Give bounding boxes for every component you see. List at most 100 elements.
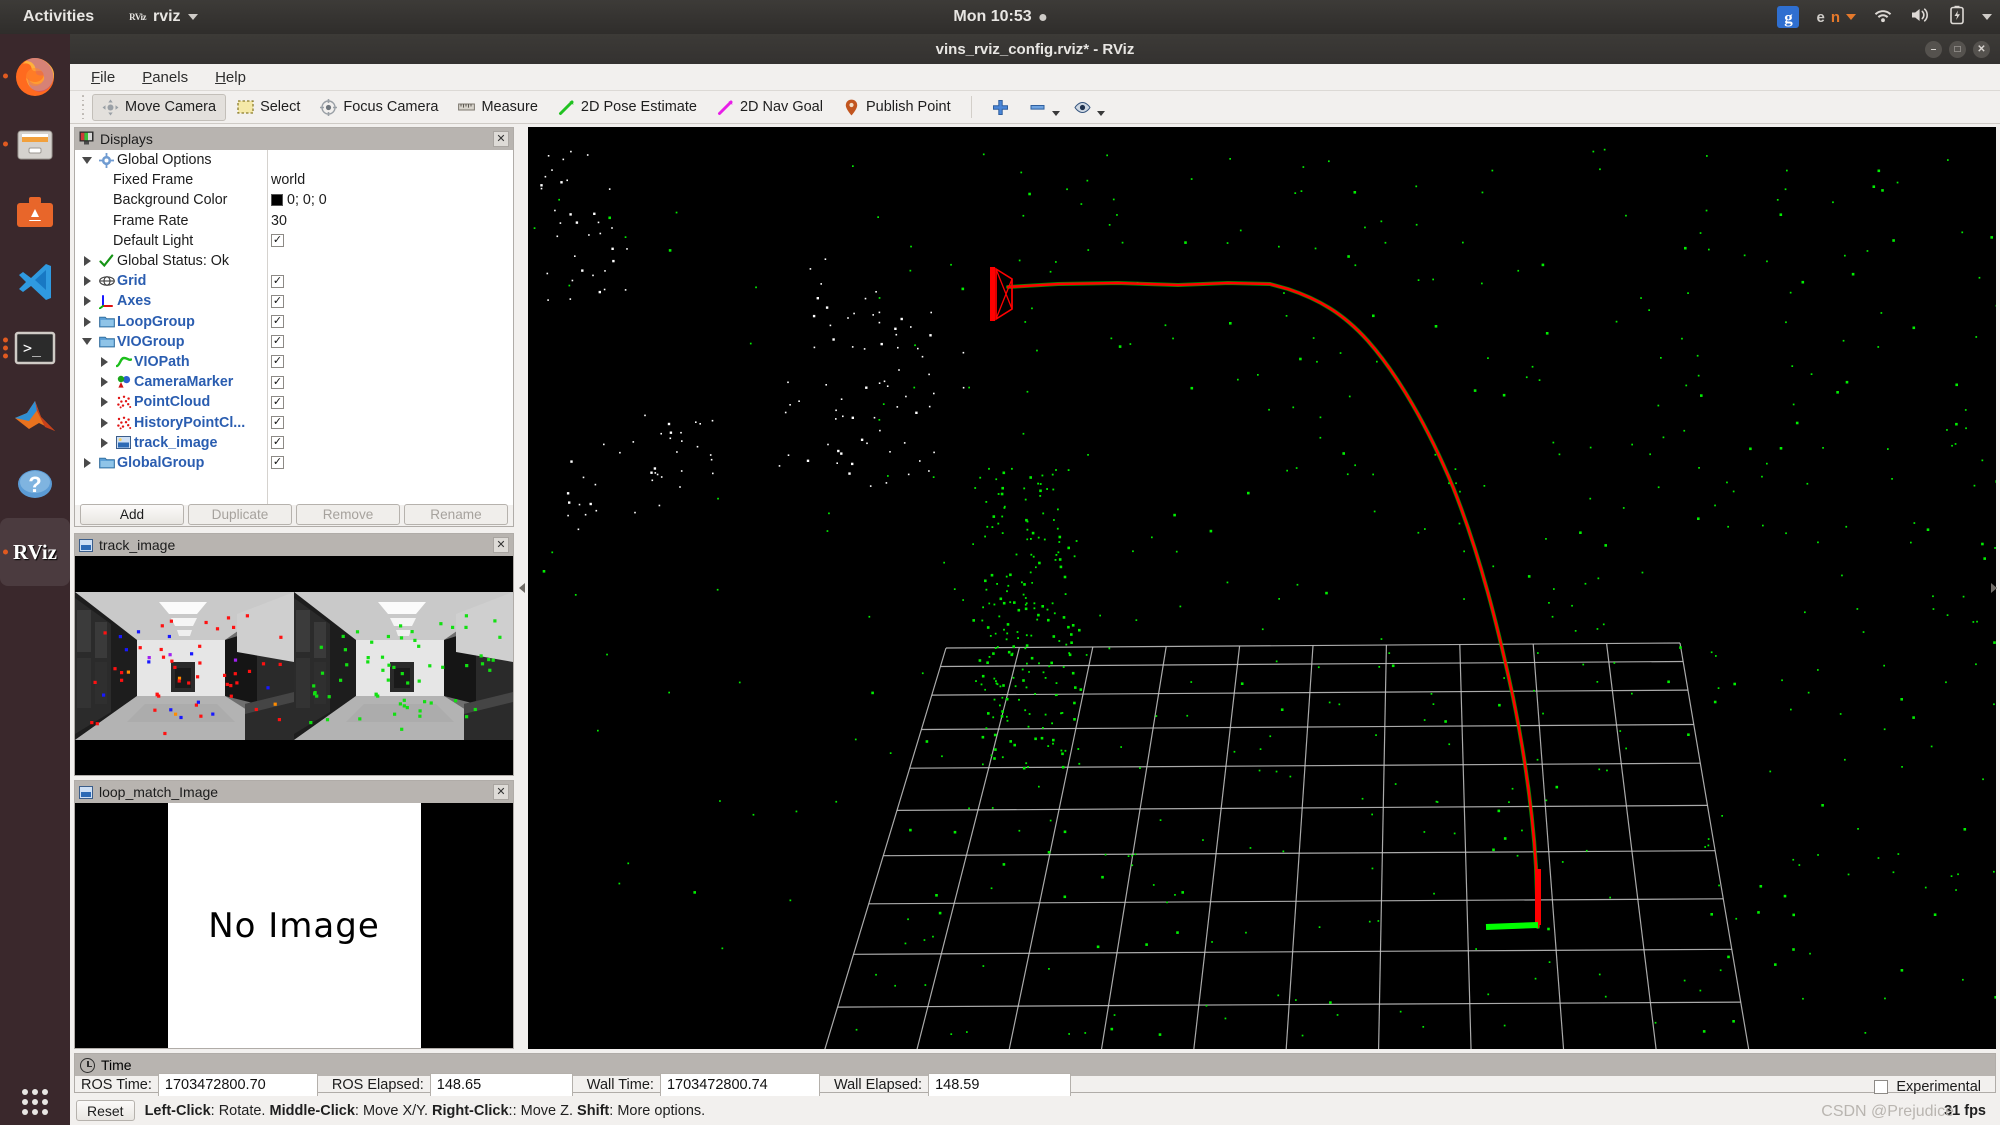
display-item-checkbox[interactable]: ✓ — [271, 234, 284, 248]
dock-item-rviz[interactable]: RViz — [0, 518, 70, 586]
display-tree-row[interactable]: VIOPath ✓ — [75, 352, 513, 372]
tool-select[interactable]: Select — [228, 95, 309, 120]
add-tool-button[interactable] — [983, 95, 1018, 120]
chevron-down-icon[interactable] — [78, 338, 96, 346]
display-tree-row[interactable]: Fixed Frame world — [75, 170, 513, 190]
display-item-checkbox[interactable]: ✓ — [271, 395, 284, 409]
right-splitter-handle[interactable] — [1990, 127, 1998, 1049]
display-item-value[interactable]: ✓ — [271, 312, 284, 332]
display-item-value[interactable]: ✓ — [271, 372, 284, 392]
display-tree-row[interactable]: Grid ✓ — [75, 271, 513, 291]
display-tree-row[interactable]: Frame Rate 30 — [75, 211, 513, 231]
clock-button[interactable]: Mon 10:53 — [953, 8, 1047, 26]
display-item-value[interactable]: ✓ — [271, 433, 284, 453]
chevron-down-icon[interactable] — [1051, 110, 1060, 116]
dock-item-vscode[interactable] — [0, 246, 70, 314]
chevron-right-icon[interactable] — [95, 437, 113, 448]
display-item-checkbox[interactable]: ✓ — [271, 436, 284, 450]
display-item-checkbox[interactable]: ✓ — [271, 294, 284, 308]
dock-item-terminal[interactable]: >_ — [0, 314, 70, 382]
ros-elapsed-input[interactable]: 148.65 — [429, 1072, 573, 1097]
chevron-right-icon[interactable] — [1991, 583, 1997, 593]
tool-move-camera[interactable]: Move Camera — [92, 93, 227, 121]
display-item-checkbox[interactable]: ✓ — [271, 274, 284, 288]
display-tree-row[interactable]: track_image ✓ — [75, 433, 513, 453]
display-tree-row[interactable]: Global Status: Ok — [75, 251, 513, 271]
remove-button[interactable]: Remove — [296, 503, 400, 525]
experimental-checkbox[interactable] — [1874, 1080, 1889, 1094]
display-tree-row[interactable]: VIOGroup ✓ — [75, 332, 513, 352]
duplicate-button[interactable]: Duplicate — [188, 503, 292, 525]
dock-item-software[interactable] — [0, 178, 70, 246]
display-item-value[interactable]: world — [271, 170, 305, 190]
display-item-value[interactable]: ✓ — [271, 332, 284, 352]
chevron-right-icon[interactable] — [78, 256, 96, 267]
menu-help[interactable]: Help — [203, 66, 258, 89]
3d-render-view[interactable] — [528, 127, 1996, 1049]
tool-publish-point[interactable]: Publish Point — [834, 95, 960, 120]
tool-measure[interactable]: Measure — [449, 95, 546, 120]
display-tree-row[interactable]: Axes ✓ — [75, 291, 513, 311]
reset-button[interactable]: Reset — [76, 1100, 135, 1121]
wifi-icon[interactable] — [1873, 6, 1893, 29]
display-item-value[interactable]: ✓ — [271, 231, 284, 251]
display-item-checkbox[interactable]: ✓ — [271, 355, 284, 369]
display-item-value[interactable]: ✓ — [271, 392, 284, 412]
wall-elapsed-input[interactable]: 148.59 — [928, 1072, 1072, 1097]
display-item-value[interactable]: ✓ — [271, 271, 284, 291]
loop-match-image-view[interactable]: No Image — [75, 803, 513, 1048]
display-item-value[interactable]: ✓ — [271, 352, 284, 372]
display-item-value[interactable]: 0; 0; 0 — [271, 190, 327, 210]
tool-2d-pose-estimate[interactable]: 2D Pose Estimate — [549, 95, 706, 120]
chevron-down-icon[interactable] — [1096, 110, 1105, 116]
wall-time-input[interactable]: 1703472800.74 — [659, 1072, 820, 1097]
chevron-right-icon[interactable] — [78, 316, 96, 327]
chevron-right-icon[interactable] — [95, 417, 113, 428]
chevron-right-icon[interactable] — [95, 397, 113, 408]
rename-button[interactable]: Rename — [404, 503, 508, 525]
chevron-right-icon[interactable] — [95, 356, 113, 367]
maximize-button[interactable]: □ — [1949, 40, 1966, 58]
display-tree-row[interactable]: GlobalGroup ✓ — [75, 453, 513, 473]
close-button[interactable]: ✕ — [1973, 40, 1990, 58]
display-item-checkbox[interactable]: ✓ — [271, 315, 284, 329]
chevron-right-icon[interactable] — [78, 276, 96, 287]
dock-item-help[interactable]: ? — [0, 450, 70, 518]
minimize-button[interactable]: – — [1925, 40, 1942, 58]
remove-tool-button[interactable] — [1020, 95, 1063, 120]
display-tree-row[interactable]: Background Color 0; 0; 0 — [75, 190, 513, 210]
experimental-toggle[interactable]: Experimental — [1874, 1079, 1981, 1095]
visibility-button[interactable] — [1065, 95, 1108, 120]
display-item-value[interactable]: 30 — [271, 211, 287, 231]
dock-item-firefox[interactable] — [0, 42, 70, 110]
dock-item-matlab[interactable] — [0, 382, 70, 450]
display-item-value[interactable]: ✓ — [271, 453, 284, 473]
display-tree-row[interactable]: Global Options — [75, 150, 513, 170]
close-icon[interactable]: ✕ — [493, 131, 509, 147]
menu-panels[interactable]: Panels — [130, 66, 200, 89]
system-menu-chevron-icon[interactable] — [1982, 14, 1992, 20]
language-indicator[interactable]: en — [1816, 9, 1856, 26]
chevron-right-icon[interactable] — [78, 457, 96, 468]
track-image-view[interactable] — [75, 556, 513, 775]
left-splitter-handle[interactable] — [517, 127, 527, 1049]
tool-2d-nav-goal[interactable]: 2D Nav Goal — [708, 95, 832, 120]
ros-time-input[interactable]: 1703472800.70 — [157, 1072, 318, 1097]
display-tree-row[interactable]: LoopGroup ✓ — [75, 312, 513, 332]
toolbar-grip[interactable] — [78, 95, 87, 119]
display-tree-row[interactable]: CameraMarker ✓ — [75, 372, 513, 392]
displays-tree[interactable]: Global Options Fixed Frame world Background… — [75, 150, 513, 505]
close-icon[interactable]: ✕ — [493, 784, 509, 800]
display-item-checkbox[interactable]: ✓ — [271, 375, 284, 389]
chevron-right-icon[interactable] — [95, 377, 113, 388]
chevron-right-icon[interactable] — [78, 296, 96, 307]
tool-focus-camera[interactable]: Focus Camera — [311, 95, 447, 120]
dock-item-files[interactable] — [0, 110, 70, 178]
gedit-tray-icon[interactable]: g — [1777, 6, 1800, 28]
activities-button[interactable]: Activities — [14, 5, 103, 29]
volume-icon[interactable] — [1910, 6, 1932, 29]
display-tree-row[interactable]: Default Light ✓ — [75, 231, 513, 251]
display-item-value[interactable]: ✓ — [271, 412, 284, 432]
display-tree-row[interactable]: HistoryPointCl... ✓ — [75, 412, 513, 432]
display-item-checkbox[interactable]: ✓ — [271, 456, 284, 470]
